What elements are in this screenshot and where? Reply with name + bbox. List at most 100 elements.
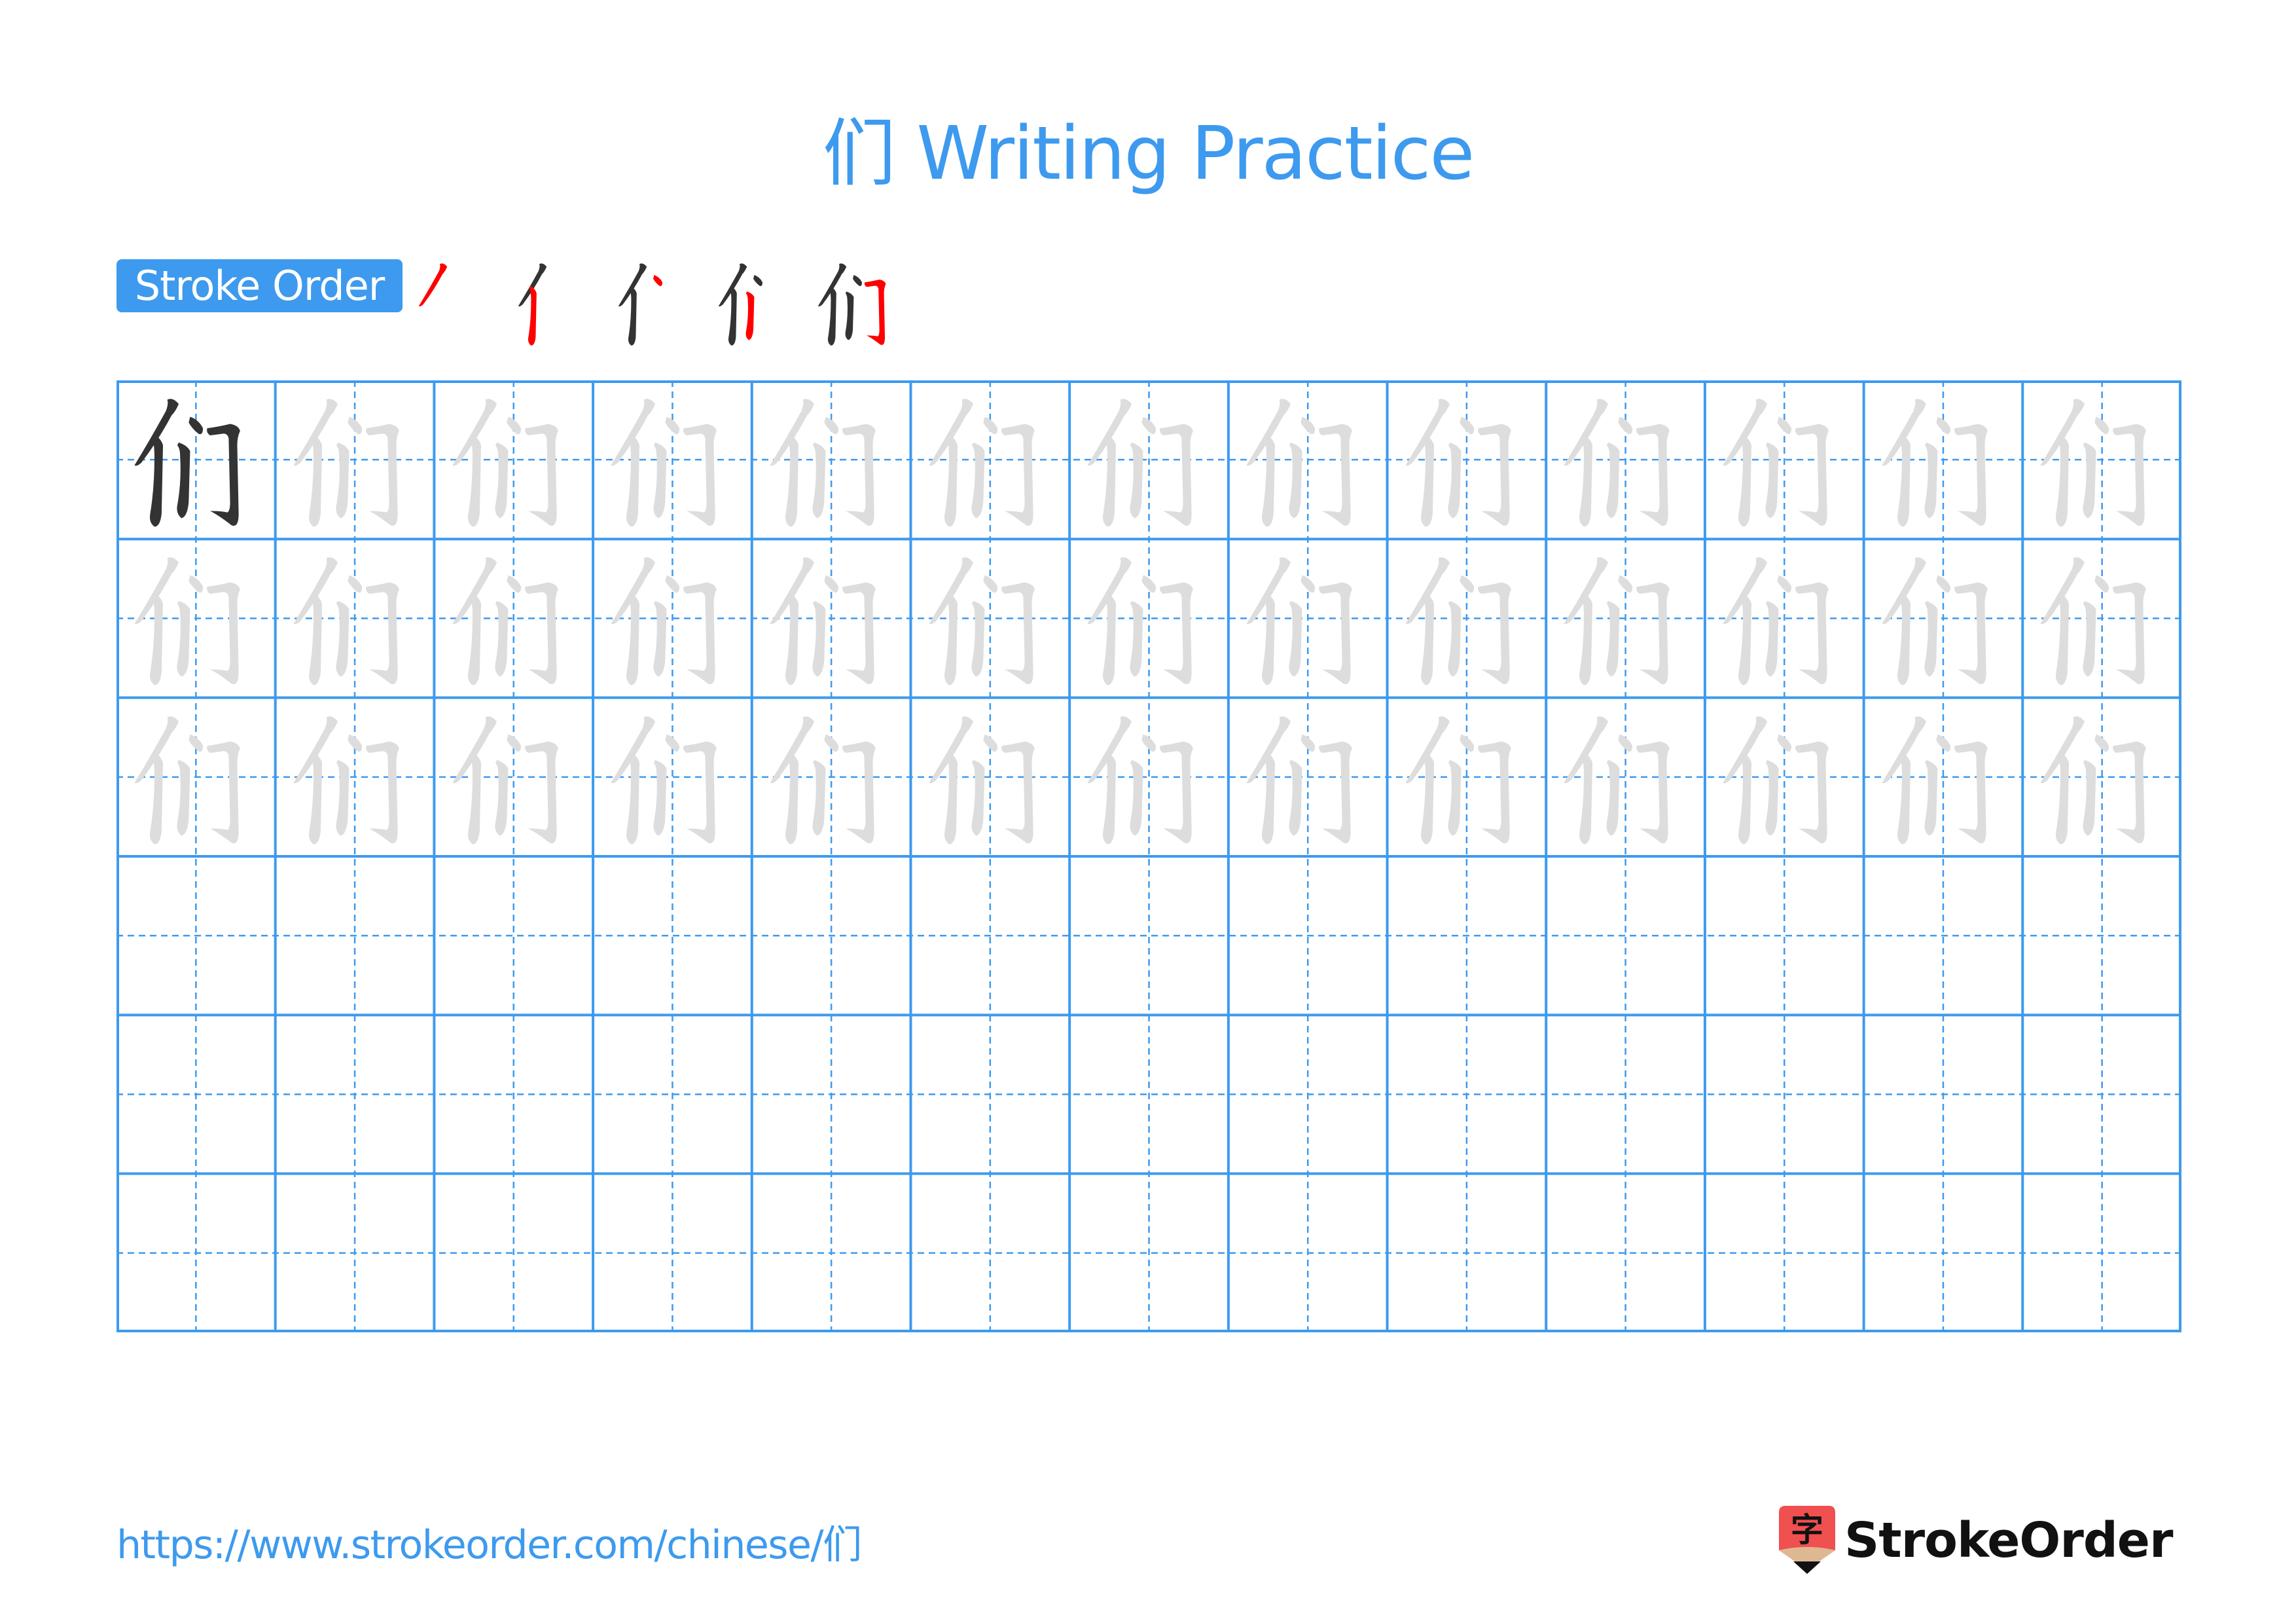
character-stroke-3 xyxy=(665,734,680,752)
trace-character xyxy=(1236,706,1379,848)
character-stroke-5 xyxy=(1001,582,1035,685)
blank-practice-cell xyxy=(1388,856,1547,1015)
page-title: 们 Writing Practice xyxy=(822,111,1475,196)
character-stroke-3 xyxy=(1618,575,1633,593)
character-stroke-4 xyxy=(653,442,667,519)
character-stroke-5 xyxy=(1001,741,1035,843)
character-stroke-3 xyxy=(1300,734,1316,752)
trace-character xyxy=(1554,388,1696,531)
footer-url-link[interactable]: https://www.strokeorder.com/chinese/们 xyxy=(117,1519,862,1571)
trace-character xyxy=(283,388,426,531)
trace-character xyxy=(601,706,744,848)
blank-practice-cell xyxy=(117,1015,276,1173)
trace-character xyxy=(760,388,903,531)
trace-character xyxy=(760,706,903,848)
character-stroke-4 xyxy=(1924,601,1938,677)
character-stroke-4 xyxy=(1765,442,1779,519)
character-stroke-5 xyxy=(524,582,558,685)
trace-character xyxy=(919,547,1062,689)
character-stroke-5 xyxy=(842,424,876,526)
character-stroke-4 xyxy=(1448,442,1462,519)
character-stroke-5 xyxy=(524,741,558,843)
character-stroke-5 xyxy=(1160,424,1194,526)
blank-practice-cell xyxy=(752,1015,911,1173)
character-stroke-4 xyxy=(1924,442,1938,519)
blank-practice-cell xyxy=(752,1174,911,1332)
trace-character xyxy=(124,547,267,689)
character-stroke-3 xyxy=(753,275,762,287)
blank-practice-cell xyxy=(434,1015,593,1173)
character-stroke-5 xyxy=(1319,741,1352,843)
character-stroke-3 xyxy=(653,275,662,287)
trace-character xyxy=(2030,706,2173,848)
blank-practice-cell xyxy=(1229,856,1388,1015)
blank-practice-cell xyxy=(276,1015,435,1173)
practice-grid xyxy=(117,380,2181,1332)
blank-practice-cell xyxy=(1546,1174,1705,1332)
stroke-step-1 xyxy=(409,257,507,348)
character-stroke-5 xyxy=(1954,741,1988,843)
character-stroke-5 xyxy=(1954,424,1988,526)
blank-practice-cell xyxy=(1069,856,1229,1015)
character-stroke-4 xyxy=(1606,442,1620,519)
character-stroke-4 xyxy=(2083,759,2096,836)
trace-character xyxy=(442,706,585,848)
trace-character xyxy=(1872,547,2015,689)
character-stroke-4 xyxy=(336,442,350,519)
blank-practice-cell xyxy=(593,1015,752,1173)
character-stroke-3 xyxy=(188,575,204,593)
character-stroke-3 xyxy=(824,575,839,593)
blank-practice-cell xyxy=(910,856,1069,1015)
character-stroke-5 xyxy=(1636,424,1670,526)
character-stroke-5 xyxy=(207,424,240,526)
trace-character xyxy=(1872,706,2015,848)
character-stroke-5 xyxy=(2113,741,2147,843)
trace-character xyxy=(1236,547,1379,689)
character-stroke-3 xyxy=(1936,734,1950,752)
trace-character xyxy=(1713,706,1856,848)
character-stroke-4 xyxy=(2083,601,2096,677)
blank-practice-cell xyxy=(276,1174,435,1332)
character-stroke-1 xyxy=(418,263,448,306)
character-stroke-5 xyxy=(1319,582,1352,685)
logo-glyph: 字 xyxy=(1791,1511,1823,1549)
trace-character xyxy=(1236,388,1379,531)
character-stroke-3 xyxy=(348,416,362,435)
character-stroke-4 xyxy=(1765,759,1779,836)
blank-practice-cell xyxy=(1864,856,2023,1015)
character-stroke-3 xyxy=(2094,575,2109,593)
character-stroke-5 xyxy=(365,582,399,685)
character-stroke-3 xyxy=(2094,734,2109,752)
stroke-step-4 xyxy=(709,257,807,348)
character-stroke-5 xyxy=(1477,582,1511,685)
stroke-order-badge: Stroke Order xyxy=(117,259,403,312)
trace-character xyxy=(1077,388,1220,531)
character-stroke-4 xyxy=(1289,601,1302,677)
blank-practice-cell xyxy=(2022,1015,2181,1173)
blank-practice-cell xyxy=(1705,856,1864,1015)
character-stroke-3 xyxy=(1936,416,1950,435)
character-stroke-5 xyxy=(842,741,876,843)
character-stroke-3 xyxy=(506,734,521,752)
character-stroke-5 xyxy=(864,280,886,345)
character-stroke-5 xyxy=(1795,582,1829,685)
character-stroke-3 xyxy=(1936,575,1950,593)
trace-character xyxy=(1395,547,1538,689)
character-stroke-4 xyxy=(494,442,509,519)
character-stroke-5 xyxy=(683,424,717,526)
character-stroke-4 xyxy=(745,291,755,340)
character-stroke-5 xyxy=(1477,424,1511,526)
brand-name: StrokeOrder xyxy=(1844,1512,2173,1569)
trace-character xyxy=(1395,706,1538,848)
character-stroke-3 xyxy=(824,734,839,752)
blank-practice-cell xyxy=(1069,1174,1229,1332)
blank-practice-cell xyxy=(117,856,276,1015)
character-stroke-5 xyxy=(683,741,717,843)
trace-character xyxy=(1554,547,1696,689)
trace-character xyxy=(1713,547,1856,689)
trace-character xyxy=(760,547,903,689)
character-stroke-3 xyxy=(1300,575,1316,593)
character-stroke-3 xyxy=(665,416,680,435)
character-stroke-3 xyxy=(982,575,997,593)
blank-practice-cell xyxy=(2022,1174,2181,1332)
